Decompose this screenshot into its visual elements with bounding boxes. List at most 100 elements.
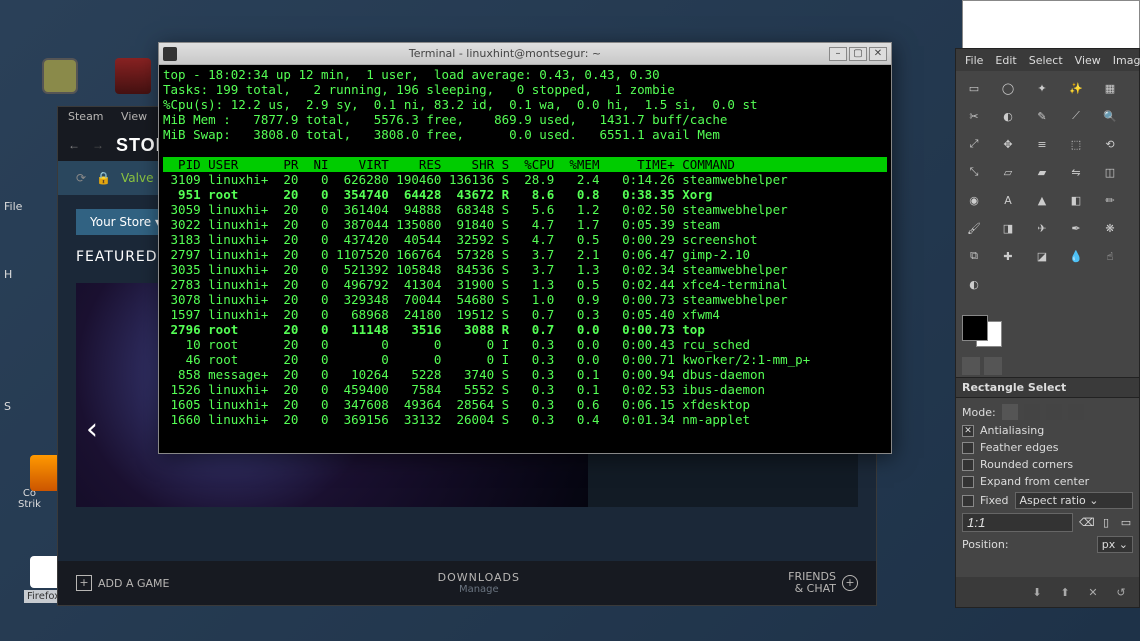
perspective-icon[interactable]: ▰ bbox=[1026, 159, 1058, 185]
tool-options-tab-icon[interactable] bbox=[962, 357, 980, 375]
mypaint-icon[interactable]: ❋ bbox=[1094, 215, 1126, 241]
landscape-icon[interactable]: ▭ bbox=[1119, 516, 1133, 529]
intersect-mode-icon[interactable] bbox=[1068, 404, 1084, 420]
perspective-clone-icon[interactable]: ◪ bbox=[1026, 243, 1058, 269]
restore-options-icon[interactable]: ⬆ bbox=[1055, 582, 1075, 602]
desktop-label-cs[interactable]: CoStrik bbox=[18, 488, 41, 510]
antialiasing-checkbox[interactable]: ✕ bbox=[962, 425, 974, 437]
ellipse-select-icon[interactable]: ◯ bbox=[992, 75, 1024, 101]
ratio-input[interactable] bbox=[962, 513, 1073, 532]
top-sys-line: Tasks: 199 total, 2 running, 196 sleepin… bbox=[163, 82, 887, 97]
gradient-icon[interactable]: ◧ bbox=[1060, 187, 1092, 213]
desktop-label-h[interactable]: H bbox=[4, 268, 12, 281]
terminal-body[interactable]: top - 18:02:34 up 12 min, 1 user, load a… bbox=[159, 65, 891, 453]
gimp-color-swatches[interactable] bbox=[956, 301, 1139, 355]
replace-mode-icon[interactable] bbox=[1002, 404, 1018, 420]
crop-icon[interactable]: ⬚ bbox=[1060, 131, 1092, 157]
flip-icon[interactable]: ⇋ bbox=[1060, 159, 1092, 185]
fixed-checkbox[interactable] bbox=[962, 495, 974, 507]
add-game-button[interactable]: + ADD A GAME bbox=[76, 575, 169, 591]
process-row: 2797 linuxhi+ 20 0 1107520 166764 57328 … bbox=[163, 247, 887, 262]
friends-chat-button[interactable]: FRIENDS & CHAT + bbox=[788, 571, 858, 595]
steam-menu-view[interactable]: View bbox=[121, 110, 147, 123]
gimp-menu-image[interactable]: Image bbox=[1108, 51, 1140, 70]
top-sys-line: top - 18:02:34 up 12 min, 1 user, load a… bbox=[163, 67, 887, 82]
clone-icon[interactable]: ⧉ bbox=[958, 243, 990, 269]
rectangle-select-icon[interactable]: ▭ bbox=[958, 75, 990, 101]
measure-icon[interactable]: ⤢ bbox=[958, 131, 990, 157]
subtract-mode-icon[interactable] bbox=[1046, 404, 1062, 420]
desktop-label-file[interactable]: File bbox=[4, 200, 22, 213]
gimp-menu-select[interactable]: Select bbox=[1024, 51, 1068, 70]
steam-menu-steam[interactable]: Steam bbox=[68, 110, 104, 123]
paintbrush-icon[interactable]: 🖌 bbox=[958, 215, 990, 241]
process-row: 858 message+ 20 0 10264 5228 3740 S 0.3 … bbox=[163, 367, 887, 382]
downloads-button[interactable]: DOWNLOADS Manage bbox=[438, 571, 520, 595]
gimp-menu-edit[interactable]: Edit bbox=[990, 51, 1021, 70]
rounded-label: Rounded corners bbox=[980, 458, 1073, 471]
paths-icon[interactable]: ✎ bbox=[1026, 103, 1058, 129]
free-select-icon[interactable]: ✦ bbox=[1026, 75, 1058, 101]
nav-back-icon[interactable]: ← bbox=[68, 138, 80, 152]
delete-options-icon[interactable]: ✕ bbox=[1083, 582, 1103, 602]
text-icon[interactable]: A bbox=[992, 187, 1024, 213]
dodge-icon[interactable]: ◐ bbox=[958, 271, 990, 297]
expand-center-label: Expand from center bbox=[980, 475, 1089, 488]
portrait-icon[interactable]: ▯ bbox=[1099, 516, 1113, 529]
window-maximize-button[interactable]: ▢ bbox=[849, 47, 867, 61]
top-columns-header: PID USER PR NI VIRT RES SHR S %CPU %MEM … bbox=[163, 157, 887, 172]
desktop-icon-trash[interactable] bbox=[30, 58, 90, 94]
blur-icon[interactable]: 💧 bbox=[1060, 243, 1092, 269]
eraser-icon[interactable]: ◨ bbox=[992, 215, 1024, 241]
fixed-type-select[interactable]: Aspect ratio ⌄ bbox=[1015, 492, 1133, 509]
process-row: 46 root 20 0 0 0 0 I 0.3 0.0 0:00.71 kwo… bbox=[163, 352, 887, 367]
smudge-icon[interactable]: ☝ bbox=[1094, 243, 1126, 269]
pencil-icon[interactable]: ✏ bbox=[1094, 187, 1126, 213]
zoom-icon[interactable]: 🔍 bbox=[1094, 103, 1126, 129]
warp-icon[interactable]: ◉ bbox=[958, 187, 990, 213]
terminal-window[interactable]: Terminal - linuxhint@montsegur: ~ – ▢ ✕ … bbox=[158, 42, 892, 454]
unit-select[interactable]: px ⌄ bbox=[1097, 536, 1133, 553]
color-picker-icon[interactable]: ⟋ bbox=[1060, 103, 1092, 129]
desktop-icon-game[interactable] bbox=[111, 58, 155, 98]
scale-icon[interactable]: ⤡ bbox=[958, 159, 990, 185]
rounded-checkbox[interactable] bbox=[962, 459, 974, 471]
gimp-menu-file[interactable]: File bbox=[960, 51, 988, 70]
save-options-icon[interactable]: ⬇ bbox=[1027, 582, 1047, 602]
foreground-select-icon[interactable]: ◐ bbox=[992, 103, 1024, 129]
reset-options-icon[interactable]: ↺ bbox=[1111, 582, 1131, 602]
steam-footer: + ADD A GAME DOWNLOADS Manage FRIENDS & … bbox=[58, 561, 876, 605]
window-close-button[interactable]: ✕ bbox=[869, 47, 887, 61]
add-mode-icon[interactable] bbox=[1024, 404, 1040, 420]
airbrush-icon[interactable]: ✈ bbox=[1026, 215, 1058, 241]
gimp-window[interactable]: File Edit Select View Image ▭ ◯ ✦ ✨ ▦ ✂ … bbox=[955, 48, 1140, 608]
scissors-icon[interactable]: ✂ bbox=[958, 103, 990, 129]
align-icon[interactable]: ≡ bbox=[1026, 131, 1058, 157]
expand-center-checkbox[interactable] bbox=[962, 476, 974, 488]
feather-checkbox[interactable] bbox=[962, 442, 974, 454]
shear-icon[interactable]: ▱ bbox=[992, 159, 1024, 185]
gimp-panel-title: Rectangle Select bbox=[956, 377, 1139, 398]
fuzzy-select-icon[interactable]: ✨ bbox=[1060, 75, 1092, 101]
cage-icon[interactable]: ◫ bbox=[1094, 159, 1126, 185]
gimp-menubar[interactable]: File Edit Select View Image bbox=[956, 49, 1139, 71]
ink-icon[interactable]: ✒ bbox=[1060, 215, 1092, 241]
clear-icon[interactable]: ⌫ bbox=[1079, 516, 1093, 529]
process-row: 3059 linuxhi+ 20 0 361404 94888 68348 S … bbox=[163, 202, 887, 217]
gimp-menu-view[interactable]: View bbox=[1070, 51, 1106, 70]
foreground-color[interactable] bbox=[962, 315, 988, 341]
desktop-label-s[interactable]: S bbox=[4, 400, 11, 413]
steam-nav-store[interactable]: STOI bbox=[116, 135, 162, 156]
rotate-icon[interactable]: ⟲ bbox=[1094, 131, 1126, 157]
bycolor-select-icon[interactable]: ▦ bbox=[1094, 75, 1126, 101]
window-minimize-button[interactable]: – bbox=[829, 47, 847, 61]
bucket-fill-icon[interactable]: ▲ bbox=[1026, 187, 1058, 213]
background-window[interactable] bbox=[962, 0, 1140, 52]
carousel-prev-icon[interactable]: ‹ bbox=[86, 412, 98, 447]
terminal-titlebar[interactable]: Terminal - linuxhint@montsegur: ~ – ▢ ✕ bbox=[159, 43, 891, 65]
device-status-tab-icon[interactable] bbox=[984, 357, 1002, 375]
move-icon[interactable]: ✥ bbox=[992, 131, 1024, 157]
refresh-icon[interactable]: ⟳ bbox=[76, 171, 86, 185]
heal-icon[interactable]: ✚ bbox=[992, 243, 1024, 269]
nav-forward-icon[interactable]: → bbox=[92, 138, 104, 152]
